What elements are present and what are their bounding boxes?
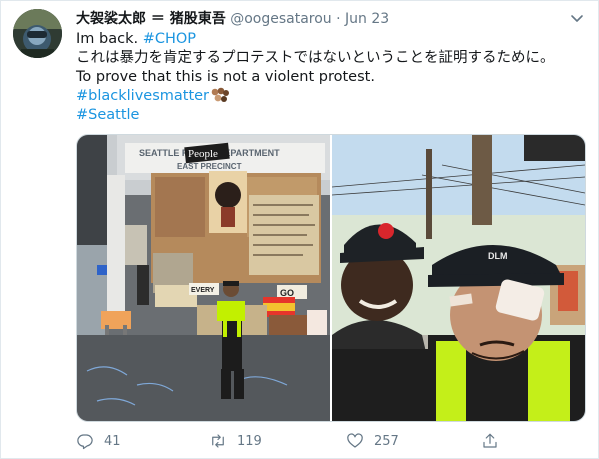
tweet-header: 大袈裟太郎 ＝ 猪股東吾 @oogesatarou · Jun 23 <box>76 9 389 29</box>
tweet-line-3: To prove that this is not a violent prot… <box>76 69 375 85</box>
chevron-down-icon[interactable] <box>568 9 586 27</box>
hashtag-chop[interactable]: #CHOP <box>143 31 196 47</box>
like-count: 257 <box>374 433 399 449</box>
sign-east-precinct: EAST PRECINCT <box>177 162 242 171</box>
share-button[interactable] <box>481 430 499 452</box>
separator-dot: · <box>336 11 341 27</box>
hashtag-blacklivesmatter[interactable]: #blacklivesmatter <box>76 88 209 104</box>
tweet-line-4: #blacklivesmatter <box>76 87 230 106</box>
share-icon <box>483 433 497 448</box>
photo-precinct[interactable]: SEATTLE POLICE DEPARTMENT People EAST PR… <box>77 135 330 421</box>
photo-selfie[interactable]: DLM <box>332 135 585 421</box>
retweet-button[interactable]: 119 <box>209 430 262 452</box>
reply-count: 41 <box>104 433 121 449</box>
tweet-line-5: #Seattle <box>76 106 139 125</box>
retweet-count: 119 <box>237 433 262 449</box>
tweet-line-2: これは暴力を肯定するプロテストではないということを証明するために。 <box>76 50 555 66</box>
tweet-text: Im back. <box>76 31 143 47</box>
tweet-actions: 41 119 257 <box>76 430 516 452</box>
media-grid: SEATTLE POLICE DEPARTMENT People EAST PR… <box>76 134 586 422</box>
sign-go: GO <box>280 288 294 298</box>
tweet-date[interactable]: Jun 23 <box>345 11 389 27</box>
reply-button[interactable]: 41 <box>76 430 121 452</box>
heart-icon <box>347 433 363 448</box>
tweet-line-1: Im back. #CHOP <box>76 30 196 49</box>
hashtag-seattle[interactable]: #Seattle <box>76 107 139 123</box>
hat-logo-text: DLM <box>488 251 508 261</box>
sign-people-overlay: People <box>188 148 218 160</box>
avatar[interactable] <box>13 9 62 58</box>
retweet-icon <box>212 434 224 448</box>
user-handle[interactable]: @oogesatarou <box>230 11 331 27</box>
avatar-image <box>13 9 62 58</box>
display-name[interactable]: 大袈裟太郎 ＝ 猪股東吾 <box>76 11 226 27</box>
reply-icon <box>77 434 93 450</box>
like-button[interactable]: 257 <box>346 430 399 452</box>
sign-every: EVERY <box>191 287 215 294</box>
fist-emoji-icon <box>211 87 230 103</box>
